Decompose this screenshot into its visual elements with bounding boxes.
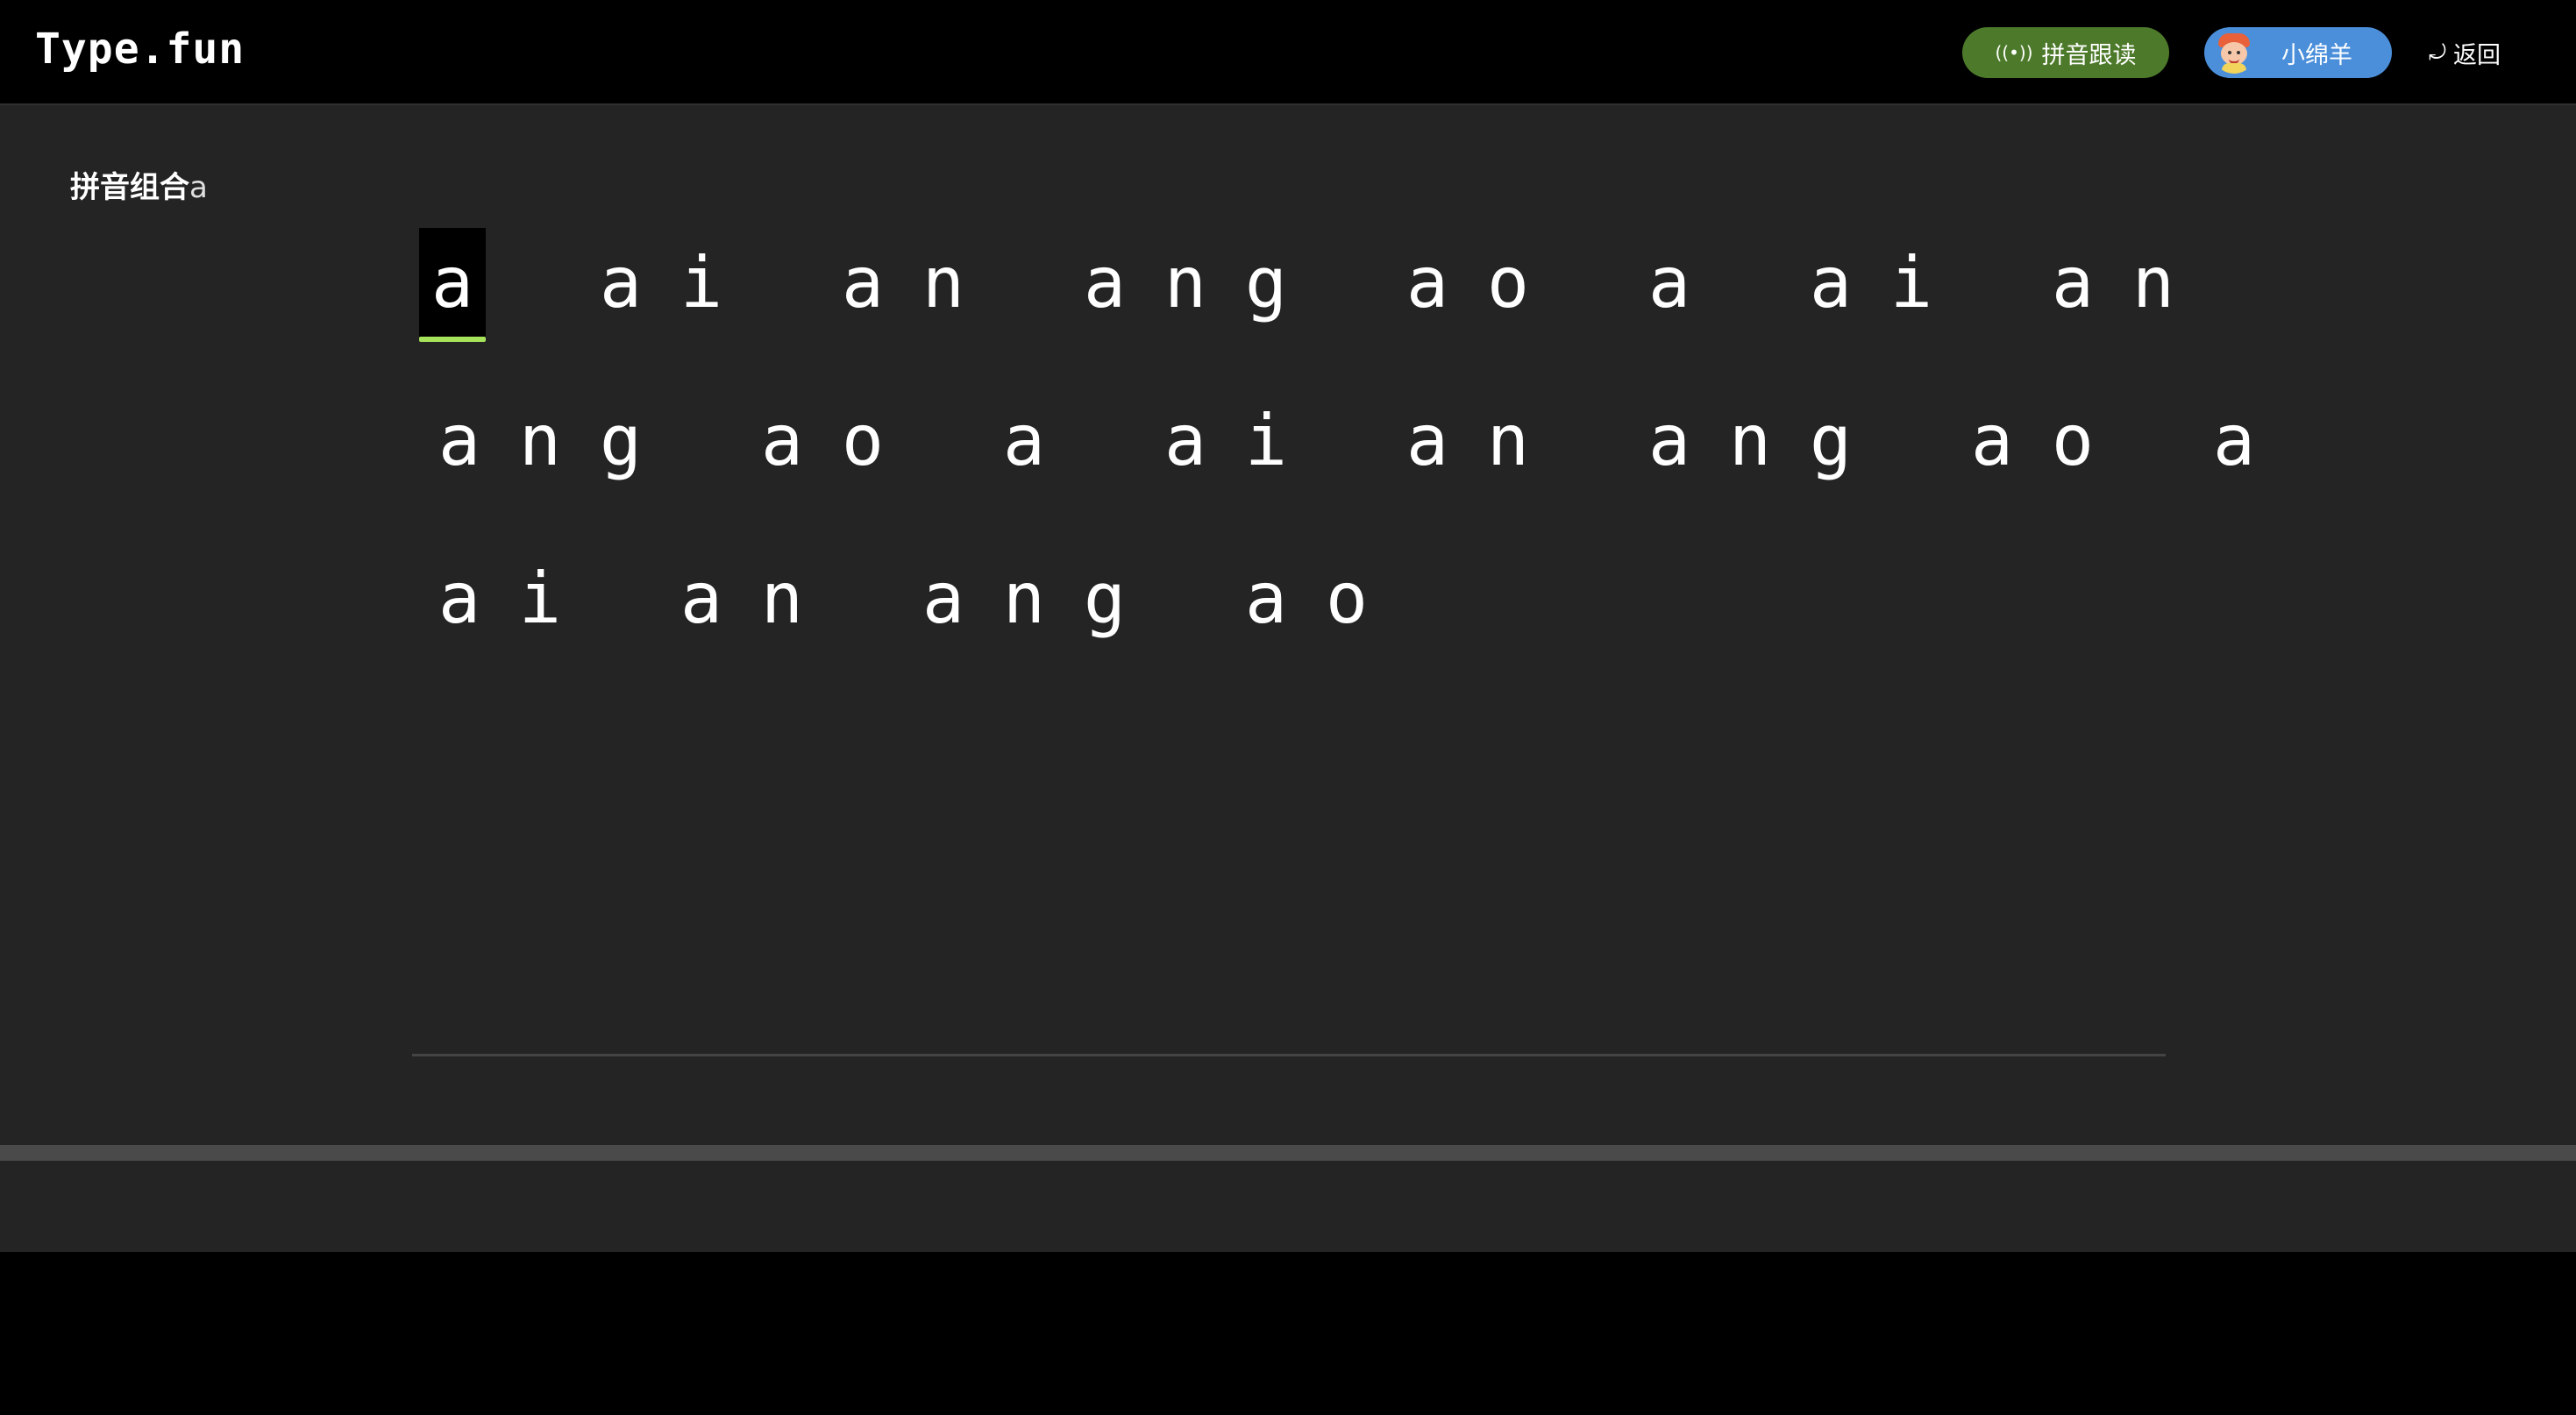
pinyin-char: i: [518, 557, 562, 639]
pinyin-word: a: [984, 386, 1064, 494]
pinyin-char: o: [2051, 399, 2095, 481]
pinyin-char: a: [1647, 399, 1691, 481]
pinyin-word: ai: [580, 228, 742, 337]
pinyin-char: n: [760, 557, 804, 639]
top-bar: Type.fun ((•)) 拼音跟读 小绵羊 ⤾ 返回: [0, 0, 2576, 103]
pinyin-word: ao: [742, 386, 903, 494]
pinyin-word: an: [661, 544, 822, 652]
back-button[interactable]: ⤾ 返回: [2429, 33, 2501, 72]
back-label: 返回: [2453, 41, 2501, 69]
pinyin-char: a: [922, 557, 965, 639]
current-char: a: [419, 228, 486, 342]
pinyin-word: ao: [1387, 228, 1548, 337]
pinyin-char: a: [438, 399, 481, 481]
pinyin-word: an: [822, 228, 984, 337]
pinyin-char: a: [1002, 399, 1046, 481]
pinyin-char: n: [1486, 399, 1530, 481]
pinyin-char: a: [841, 241, 885, 324]
pinyin-word: ai: [419, 544, 580, 652]
input-divider: [412, 1054, 2166, 1056]
user-name: 小绵羊: [2281, 41, 2352, 69]
app-logo[interactable]: Type.fun: [35, 25, 245, 74]
pinyin-char: a: [680, 557, 723, 639]
pinyin-word: ao: [1226, 544, 1387, 652]
pinyin-char: a: [1809, 241, 1853, 324]
pinyin-word: ao: [1952, 386, 2113, 494]
lesson-title: 拼音组合a: [70, 163, 208, 206]
typing-line: aianangao: [419, 544, 2173, 701]
pinyin-char: i: [680, 241, 723, 324]
bottom-panel: [0, 1262, 2576, 1415]
pinyin-char: n: [2131, 241, 2175, 324]
pinyin-char: a: [1647, 241, 1691, 324]
pinyin-char: o: [1325, 557, 1369, 639]
pinyin-char: a: [1405, 241, 1449, 324]
pinyin-char: a: [1970, 399, 2014, 481]
pinyin-char: n: [1728, 399, 1772, 481]
pinyin-word: ang: [1629, 386, 1871, 494]
pinyin-word: ang: [903, 544, 1145, 652]
pinyin-char: g: [1809, 399, 1853, 481]
pinyin-char: g: [1083, 557, 1127, 639]
pinyin-char: a: [1163, 399, 1207, 481]
typing-line: aaianangaoaaian: [419, 228, 2174, 386]
pinyin-word: an: [1387, 386, 1548, 494]
typing-text[interactable]: aaianangaoaaianangaoaaianangaoaaianangao: [419, 228, 2255, 701]
pinyin-word: a: [419, 228, 500, 342]
user-profile-button[interactable]: 小绵羊: [2204, 27, 2392, 78]
follow-read-label: 拼音跟读: [2041, 41, 2137, 69]
pinyin-char: a: [2212, 399, 2256, 481]
typing-line: angaoaaianangaoa: [419, 386, 2255, 544]
pinyin-word: ang: [419, 386, 661, 494]
pinyin-follow-read-button[interactable]: ((•)) 拼音跟读: [1962, 27, 2169, 78]
pinyin-char: a: [599, 241, 643, 324]
pinyin-word: ai: [1145, 386, 1306, 494]
pinyin-word: a: [2194, 386, 2274, 494]
lesson-title-suffix: a: [189, 170, 208, 205]
pinyin-char: a: [438, 557, 481, 639]
pinyin-char: o: [1486, 241, 1530, 324]
broadcast-icon: ((•)): [1995, 42, 2033, 63]
pinyin-char: i: [1889, 241, 1933, 324]
pinyin-char: g: [1244, 241, 1288, 324]
pinyin-char: n: [518, 399, 562, 481]
progress-track: [0, 1145, 2576, 1161]
pinyin-word: ai: [1790, 228, 1952, 337]
pinyin-char: a: [1083, 241, 1127, 324]
pinyin-word: a: [1629, 228, 1710, 337]
pinyin-char: g: [599, 399, 643, 481]
pinyin-char: n: [1002, 557, 1046, 639]
pinyin-char: a: [760, 399, 804, 481]
pinyin-char: i: [1244, 399, 1288, 481]
lesson-title-main: 拼音组合: [70, 170, 189, 205]
pinyin-word: ang: [1064, 228, 1306, 337]
pinyin-char: n: [1163, 241, 1207, 324]
pinyin-char: n: [922, 241, 965, 324]
pinyin-char: a: [1405, 399, 1449, 481]
avatar: [2213, 32, 2255, 74]
pinyin-word: an: [2032, 228, 2194, 337]
pinyin-char: o: [841, 399, 885, 481]
pinyin-char: a: [1244, 557, 1288, 639]
return-icon: ⤾: [2429, 40, 2446, 65]
pinyin-char: a: [2051, 241, 2095, 324]
